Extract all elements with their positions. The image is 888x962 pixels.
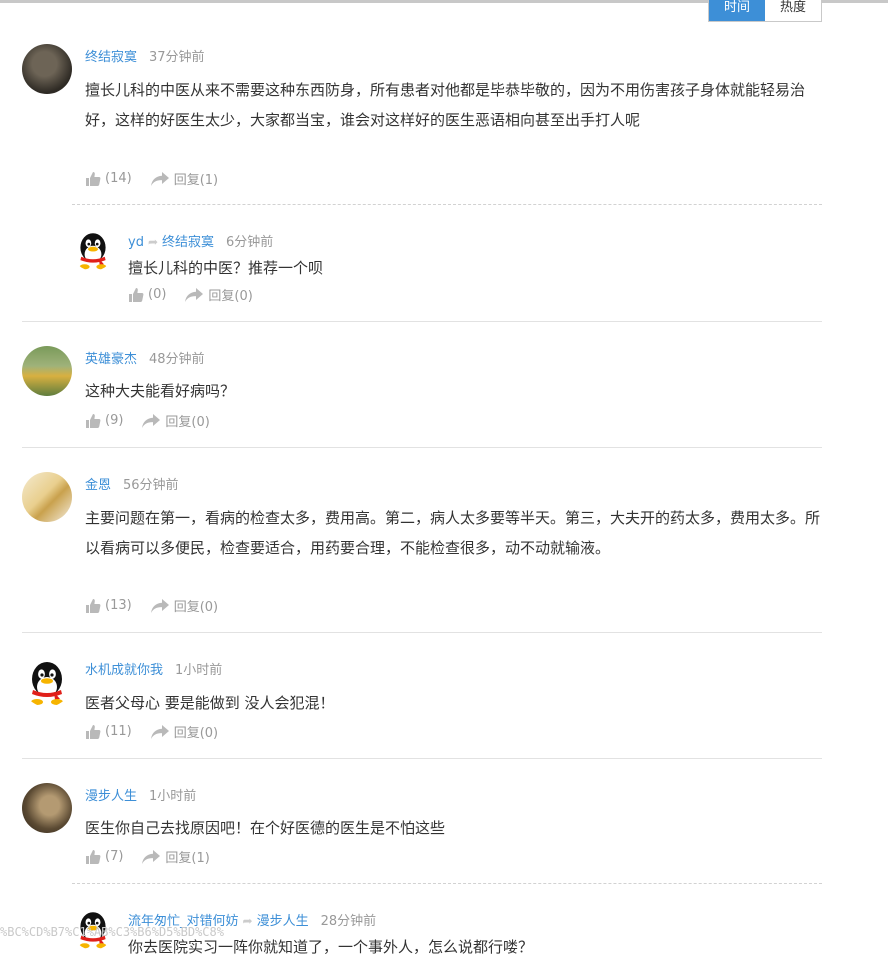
reply-button[interactable]: 回复(0) [184,285,253,304]
reply-text: 你去医院实习一阵你就知道了，一个事外人，怎么说都行喽？ [128,938,534,956]
reply-target-username[interactable]: 漫步人生 [257,914,309,929]
comment-text: 擅长儿科的中医从来不需要这种东西防身，所有患者对他都是毕恭毕敬的，因为不用伤害孩… [85,81,806,129]
thumbs-up-icon [85,724,101,740]
comment-time: 1小时前 [175,663,223,678]
reply-button[interactable]: 回复(1) [150,169,218,188]
share-arrow-icon [141,413,161,429]
thumbs-up-icon [128,287,144,303]
comment-text: 主要问题在第一，看病的检查太多，费用高。第二，病人太多要等半天。第三，大夫开的药… [85,509,821,557]
reply-label: 回复(1) [165,851,210,866]
reply-label: 回复(0) [173,600,219,615]
divider [22,321,822,322]
reply-button[interactable]: 回复(0) [141,411,210,430]
divider [72,204,822,205]
comment-username[interactable]: 漫步人生 [85,789,137,804]
reply-label: 回复(1) [173,173,219,188]
like-button[interactable]: (11) [85,724,132,740]
qq-penguin-avatar[interactable] [72,229,114,271]
share-arrow-icon [150,598,170,614]
like-count: (11) [105,724,132,739]
reply-target-username[interactable]: 终结寂寞 [162,235,214,250]
reply-button[interactable]: 回复(0) [150,596,218,615]
comment-username[interactable]: 英雄豪杰 [85,352,137,367]
reply-label: 回复(0) [173,726,219,741]
reply-to-arrow-icon: ➦ [242,914,253,928]
divider [22,447,822,448]
divider [22,758,822,759]
sort-tabs: 时间 热度 [708,0,822,22]
comment-username[interactable]: 金恩 [85,478,111,493]
like-count: (7) [105,849,124,864]
reply-time: 28分钟前 [320,914,377,929]
comment-text: 医者父母心 要是能做到 没人会犯混！ [85,694,335,712]
like-count: (0) [148,287,167,302]
comment-time: 56分钟前 [123,478,179,493]
divider [72,883,822,884]
avatar[interactable] [22,472,72,522]
like-button[interactable]: (7) [85,849,123,865]
avatar[interactable] [22,346,72,396]
reply-label: 回复(0) [165,415,210,430]
tab-hot[interactable]: 热度 [765,0,821,21]
reply-text: 擅长儿科的中医？推荐一个呗 [128,259,324,277]
share-arrow-icon [141,849,161,865]
reply-username[interactable]: yd [128,235,144,250]
comment-time: 48分钟前 [149,352,205,367]
comment-text: 医生你自己去找原因吧！在个好医德的医生是不怕这些 [85,819,446,837]
share-arrow-icon [150,171,170,187]
like-button[interactable]: (0) [128,287,166,303]
thumbs-up-icon [85,849,101,865]
reply-button[interactable]: 回复(0) [150,722,218,741]
comment-username[interactable]: 终结寂寞 [85,50,137,65]
like-button[interactable]: (9) [85,413,123,429]
reply-button[interactable]: 回复(1) [141,847,210,866]
like-count: (9) [105,413,124,428]
comment-time: 1小时前 [149,789,197,804]
reply-to-arrow-icon: ➦ [147,235,159,249]
reply-label: 回复(0) [208,289,253,304]
thumbs-up-icon [85,598,101,614]
thumbs-up-icon [85,413,101,429]
share-arrow-icon [150,724,170,740]
comment-time: 37分钟前 [149,50,205,65]
divider [22,632,822,633]
like-button[interactable]: (13) [85,598,132,614]
tab-time[interactable]: 时间 [709,0,765,21]
comment-text: 这种大夫能看好病吗？ [85,382,236,400]
avatar[interactable] [22,783,72,833]
status-bar-url: %BC%CD%B7%C1%AB%C3%B6%D5%BD%C8% [0,925,224,939]
avatar[interactable] [22,44,72,94]
share-arrow-icon [184,287,204,303]
like-button[interactable]: (14) [85,171,132,187]
like-count: (13) [105,598,132,613]
comment-username[interactable]: 水机成就你我 [85,663,163,678]
thumbs-up-icon [85,171,101,187]
reply-time: 6分钟前 [226,235,274,250]
like-count: (14) [105,171,132,186]
qq-penguin-avatar[interactable] [22,657,72,707]
